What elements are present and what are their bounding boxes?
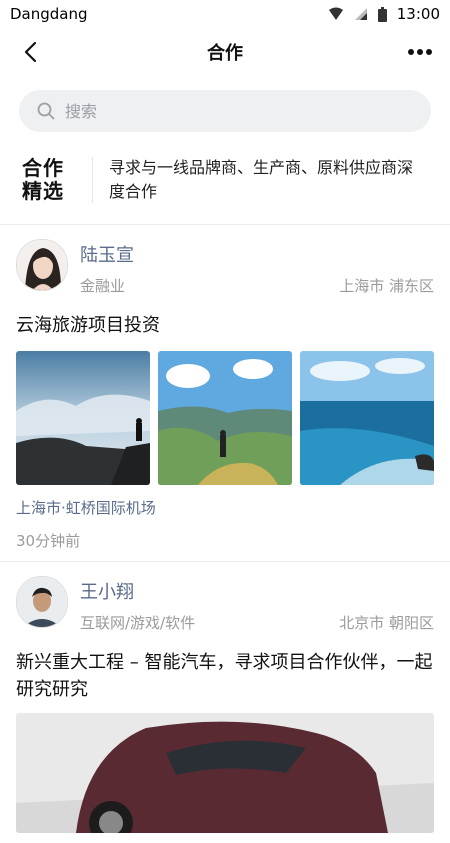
author-info: 陆玉宣 金融业 上海市 浦东区	[80, 239, 434, 296]
banner-text: 寻求与一线品牌商、生产商、原料供应商深度合作	[109, 158, 414, 201]
battery-icon	[377, 6, 387, 22]
post-image-2[interactable]	[158, 351, 292, 485]
clock: 13:00	[396, 5, 440, 23]
back-icon	[24, 41, 37, 63]
post-header: 陆玉宣 金融业 上海市 浦东区	[16, 239, 434, 296]
featured-banner[interactable]: 合作 精选 寻求与一线品牌商、生产商、原料供应商深度合作	[0, 132, 450, 208]
logo-line2: 精选	[22, 179, 64, 203]
page-title: 合作	[207, 43, 243, 64]
district: 浦东区	[388, 277, 434, 295]
district: 朝阳区	[388, 614, 434, 632]
search-bar[interactable]	[19, 90, 431, 132]
search-input[interactable]	[63, 100, 367, 122]
carrier-label: Dangdang	[10, 5, 88, 23]
search-section	[0, 76, 450, 132]
post-header: 王小翔 互联网/游戏/软件 北京市 朝阳区	[16, 576, 434, 633]
post-image-1[interactable]	[16, 713, 434, 833]
more-icon	[408, 49, 432, 55]
region: 北京市 朝阳区	[339, 612, 434, 633]
city: 上海市	[339, 277, 385, 295]
author-meta: 互联网/游戏/软件 北京市 朝阳区	[80, 612, 434, 633]
banner-divider	[92, 157, 93, 203]
avatar[interactable]	[16, 239, 68, 291]
logo-line1: 合作	[22, 156, 64, 180]
nav-bar: 合作	[0, 28, 450, 76]
city: 北京市	[339, 614, 385, 632]
more-button[interactable]	[404, 36, 436, 68]
search-icon	[37, 102, 55, 120]
status-icons: 13:00	[328, 5, 440, 23]
region: 上海市 浦东区	[339, 275, 434, 296]
author-info: 王小翔 互联网/游戏/软件 北京市 朝阳区	[80, 576, 434, 633]
status-bar: Dangdang 13:00	[0, 0, 450, 28]
post-image-3[interactable]	[300, 351, 434, 485]
post-card[interactable]: 陆玉宣 金融业 上海市 浦东区 云海旅游项目投资 上海市·虹桥国际机场 30分钟…	[0, 225, 450, 562]
post-time: 30分钟前	[16, 532, 81, 550]
author-name[interactable]: 王小翔	[80, 578, 434, 604]
wifi-icon	[328, 7, 344, 21]
featured-logo: 合作 精选	[22, 154, 82, 206]
signal-icon	[354, 7, 368, 21]
post-title: 云海旅游项目投资	[16, 315, 160, 336]
industry: 互联网/游戏/软件	[80, 614, 196, 632]
post-images	[16, 351, 434, 485]
post-card[interactable]: 王小翔 互联网/游戏/软件 北京市 朝阳区 新兴重大工程 – 智能汽车，寻求项目…	[0, 562, 450, 843]
back-button[interactable]	[14, 36, 46, 68]
author-meta: 金融业 上海市 浦东区	[80, 275, 434, 296]
author-name[interactable]: 陆玉宣	[80, 241, 434, 267]
industry: 金融业	[80, 277, 126, 295]
post-image-1[interactable]	[16, 351, 150, 485]
post-title: 新兴重大工程 – 智能汽车，寻求项目合作伙伴，一起研究研究	[16, 652, 433, 700]
post-location[interactable]: 上海市·虹桥国际机场	[16, 497, 434, 518]
avatar[interactable]	[16, 576, 68, 628]
